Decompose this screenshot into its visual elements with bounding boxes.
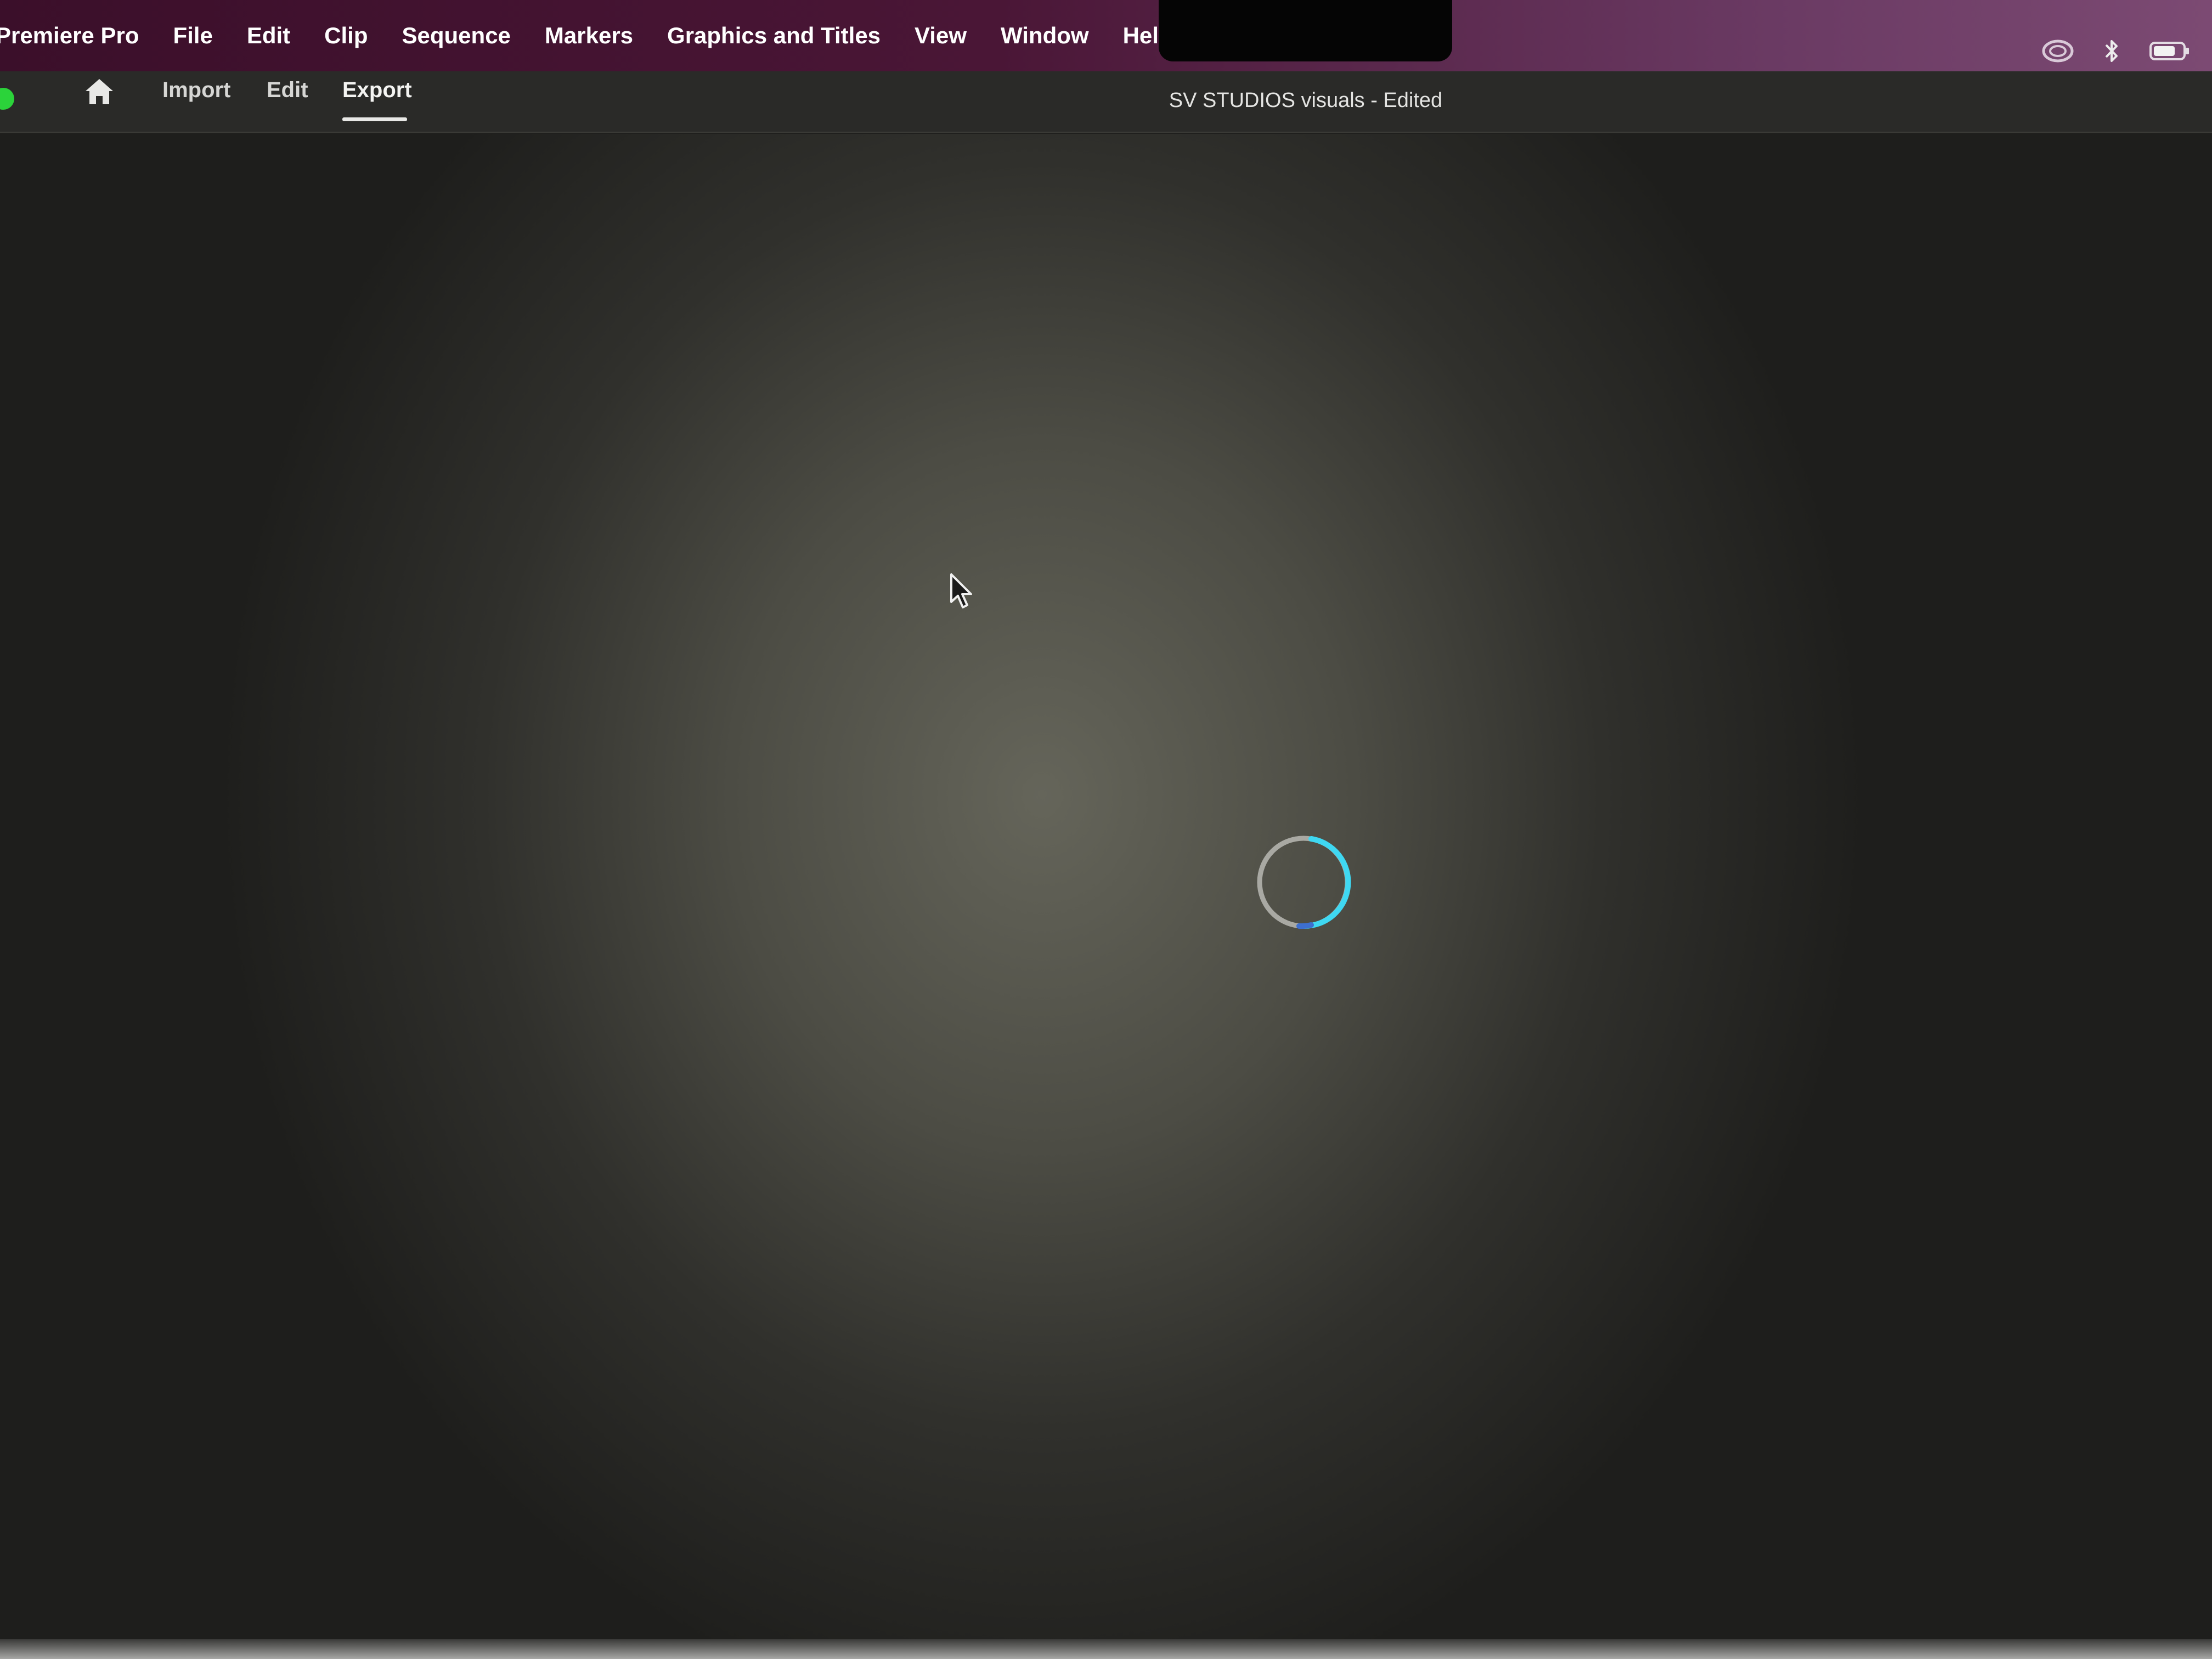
creative-cloud-icon[interactable] [2042,39,2074,63]
menu-graphics-and-titles[interactable]: Graphics and Titles [667,22,881,49]
status-icons [2042,38,2190,64]
menu-window[interactable]: Window [1001,22,1089,49]
menu-edit[interactable]: Edit [247,22,290,49]
menu-file[interactable]: File [173,22,212,49]
camera-notch [1159,0,1452,61]
app-header: Import Edit Export SV STUDIOS visuals - … [0,71,2212,134]
document-title: SV STUDIOS visuals - Edited [1169,89,1443,112]
bluetooth-icon[interactable] [2104,38,2119,64]
menu-markers[interactable]: Markers [545,22,633,49]
menu-sequence[interactable]: Sequence [402,22,511,49]
menu-view[interactable]: View [915,22,967,49]
active-tab-indicator [342,117,407,121]
battery-icon[interactable] [2149,41,2190,61]
menu-app-name[interactable]: Premiere Pro [0,22,139,49]
menu-clip[interactable]: Clip [324,22,368,49]
loading-spinner-icon [1257,836,1351,929]
mouse-pointer-icon [950,573,972,608]
menu-bar: Premiere Pro File Edit Clip Sequence Mar… [0,0,2212,71]
screen: Premiere Pro File Edit Clip Sequence Mar… [0,0,2212,1659]
screen-bezel [0,1639,2212,1659]
header-divider [0,132,2212,133]
